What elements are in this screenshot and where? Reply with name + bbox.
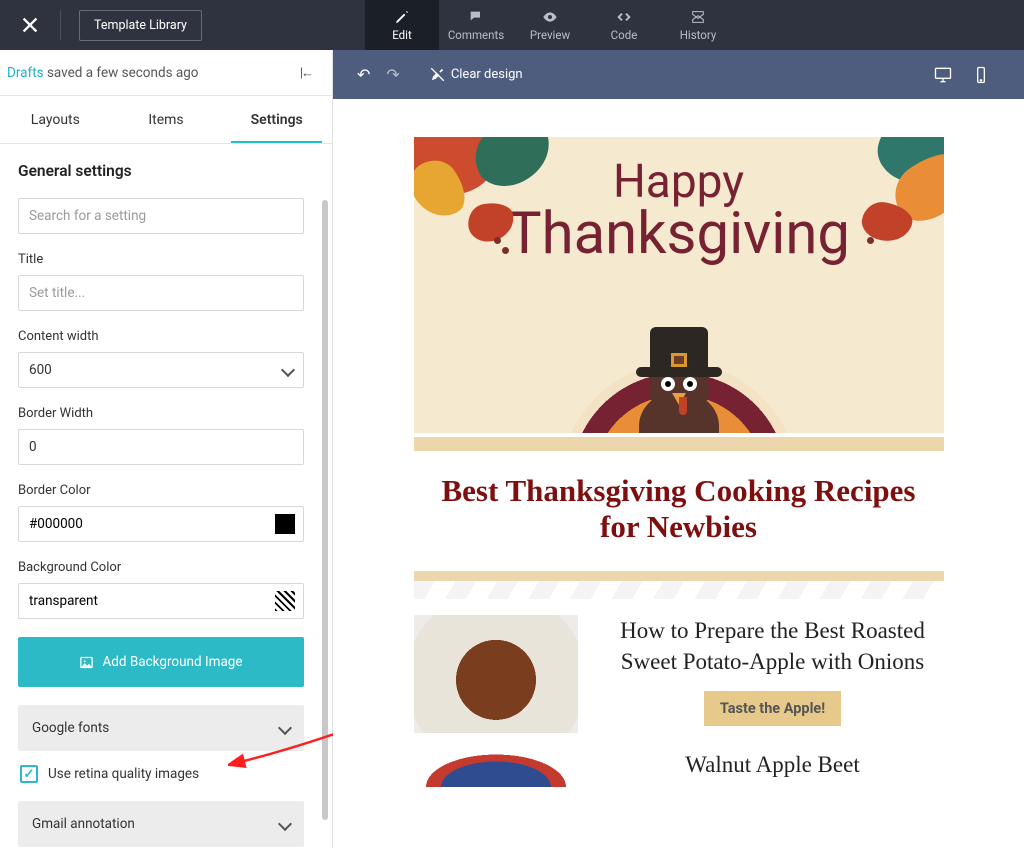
content-width-label: Content width <box>18 329 314 344</box>
add-background-image-button[interactable]: Add Background Image <box>18 637 304 687</box>
eye-icon <box>542 9 558 25</box>
recipe-cta-button[interactable]: Taste the Apple! <box>704 691 841 726</box>
panel-tabs: Layouts Items Settings <box>0 96 332 144</box>
scrollbar[interactable] <box>322 200 328 820</box>
bg-color-value: transparent <box>29 593 98 609</box>
bg-color-label: Background Color <box>18 560 314 575</box>
device-toggle <box>933 65 991 85</box>
image-icon <box>79 655 94 670</box>
draft-saved-text: saved a few seconds ago <box>44 65 199 81</box>
draft-status-bar: Drafts saved a few seconds ago |← <box>0 50 332 96</box>
tab-label: Edit <box>392 28 411 42</box>
redo-button[interactable]: ↷ <box>386 65 399 84</box>
panel-tab-items[interactable]: Items <box>111 96 222 143</box>
brush-off-icon <box>430 67 445 82</box>
top-tabs: Edit Comments Preview Code History <box>365 0 735 50</box>
sidebar: Drafts saved a few seconds ago |← Layout… <box>0 50 333 848</box>
title-input[interactable] <box>18 275 304 311</box>
email-canvas[interactable]: Happy Thanksgiving Best Thanksgiving Coo… <box>333 99 1024 848</box>
border-width-input[interactable] <box>18 429 304 465</box>
turkey-illustration <box>564 325 794 433</box>
add-bg-label: Add Background Image <box>102 654 242 670</box>
tab-label: Code <box>611 28 638 42</box>
close-button[interactable] <box>0 0 60 50</box>
undo-button[interactable]: ↶ <box>357 65 370 84</box>
close-icon <box>19 14 41 36</box>
undo-redo-group: ↶ ↷ <box>357 65 400 84</box>
draft-status-text: Drafts saved a few seconds ago <box>7 65 199 81</box>
recipe-title: How to Prepare the Best Roasted Sweet Po… <box>602 615 944 677</box>
panel-tab-settings[interactable]: Settings <box>221 96 332 143</box>
border-color-value: #000000 <box>29 516 83 532</box>
email-preview: Happy Thanksgiving Best Thanksgiving Coo… <box>414 137 944 797</box>
berry-decor <box>867 237 874 244</box>
tab-history[interactable]: History <box>661 0 735 50</box>
clear-design-button[interactable]: Clear design <box>430 67 523 82</box>
color-swatch-black <box>275 514 295 534</box>
hero-section: Happy Thanksgiving <box>414 137 944 433</box>
recipe-row: Walnut Apple Beet <box>414 743 944 797</box>
recipe-thumbnail <box>414 615 578 733</box>
mobile-icon[interactable] <box>971 65 991 85</box>
template-library-button[interactable]: Template Library <box>79 10 202 41</box>
tab-label: Comments <box>448 28 504 42</box>
desktop-icon[interactable] <box>933 65 953 85</box>
border-color-label: Border Color <box>18 483 314 498</box>
recipe-info: Walnut Apple Beet <box>602 749 944 780</box>
collapse-panel-icon[interactable]: |← <box>300 65 312 81</box>
code-icon <box>616 9 632 25</box>
panel-tab-layouts[interactable]: Layouts <box>0 96 111 143</box>
google-fonts-label: Google fonts <box>32 720 109 736</box>
recipe-title: Walnut Apple Beet <box>602 749 944 780</box>
bg-color-input[interactable]: transparent <box>18 583 304 619</box>
chevron-down-icon <box>278 817 292 831</box>
tab-label: History <box>680 28 717 42</box>
retina-checkbox-row[interactable]: ✓ Use retina quality images <box>20 765 314 783</box>
tab-label: Preview <box>530 28 570 42</box>
drafts-link[interactable]: Drafts <box>7 65 44 81</box>
content-width-select[interactable]: 600 <box>18 352 304 388</box>
color-swatch-transparent <box>275 591 295 611</box>
title-label: Title <box>18 252 314 267</box>
google-fonts-accordion[interactable]: Google fonts <box>18 705 304 751</box>
tab-edit[interactable]: Edit <box>365 0 439 50</box>
search-settings-input[interactable] <box>18 198 304 234</box>
history-icon <box>690 9 706 25</box>
chevron-down-icon <box>281 363 295 377</box>
stripe-divider <box>414 581 944 599</box>
settings-heading: General settings <box>18 162 314 180</box>
divider <box>60 10 61 40</box>
comments-icon <box>468 9 484 25</box>
border-color-input[interactable]: #000000 <box>18 506 304 542</box>
content-width-value: 600 <box>29 362 52 378</box>
recipe-row: How to Prepare the Best Roasted Sweet Po… <box>414 599 944 743</box>
settings-panel: General settings Title Content width 600… <box>0 144 332 848</box>
gmail-annotation-label: Gmail annotation <box>32 816 135 832</box>
divider-bar <box>414 437 944 451</box>
divider-bar <box>414 571 944 581</box>
tab-comments[interactable]: Comments <box>439 0 513 50</box>
tab-preview[interactable]: Preview <box>513 0 587 50</box>
chevron-down-icon <box>278 721 292 735</box>
border-width-label: Border Width <box>18 406 314 421</box>
berry-decor <box>502 247 509 254</box>
pencil-icon <box>394 9 410 25</box>
gmail-annotation-accordion[interactable]: Gmail annotation <box>18 801 304 847</box>
berry-decor <box>494 237 501 244</box>
tab-code[interactable]: Code <box>587 0 661 50</box>
editor-toolbar: ↶ ↷ Clear design <box>333 50 1024 99</box>
email-headline: Best Thanksgiving Cooking Recipes for Ne… <box>414 451 944 571</box>
app-header: Template Library Edit Comments Preview C… <box>0 0 1024 50</box>
checkbox-checked-icon: ✓ <box>20 765 38 783</box>
recipe-thumbnail <box>414 749 578 787</box>
recipe-info: How to Prepare the Best Roasted Sweet Po… <box>602 615 944 726</box>
retina-label: Use retina quality images <box>48 766 199 782</box>
clear-design-label: Clear design <box>451 67 523 82</box>
